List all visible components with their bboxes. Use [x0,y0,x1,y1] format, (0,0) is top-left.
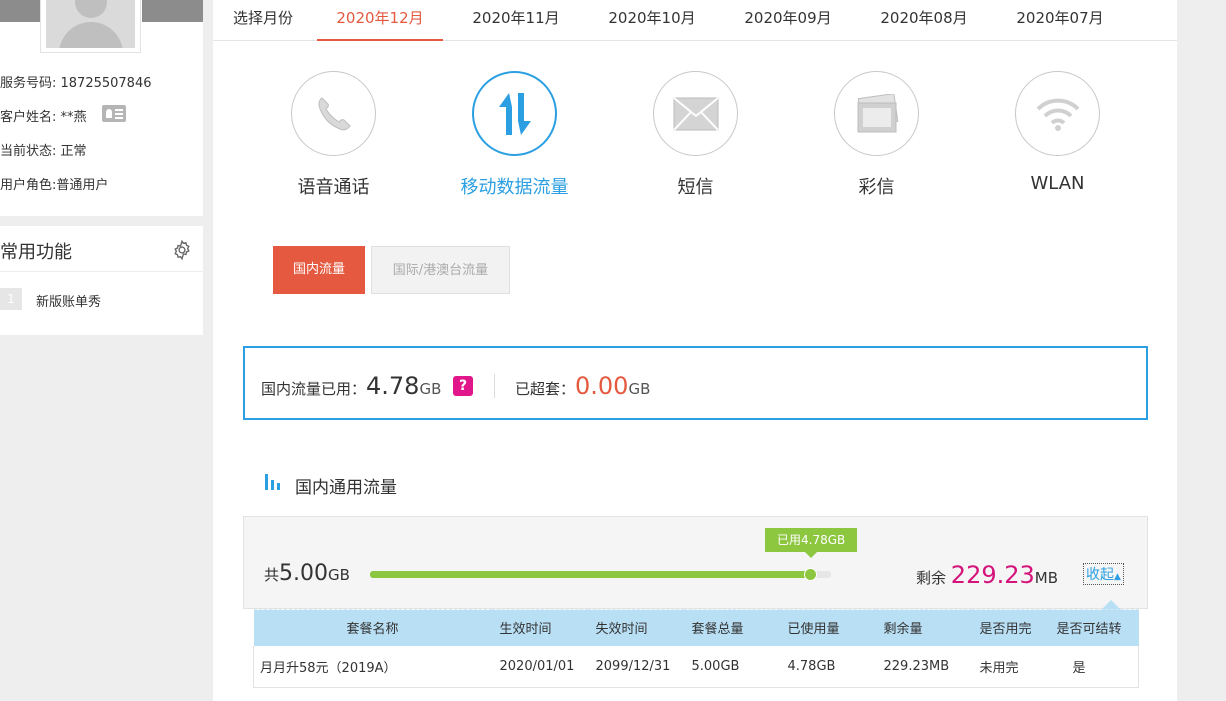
remain-unit: MB [1034,569,1059,587]
tab-month-2020-09[interactable]: 2020年09月 [725,7,851,41]
collapse-button[interactable]: 收起▲ [1083,563,1124,585]
cell-used: 4.78GB [779,645,876,688]
traffic-panel: 共5.00GB 已用4.78GB 剩余 229.23MB 收起▲ [243,516,1148,610]
month-selector: 选择月份 2020年12月 2020年11月 2020年10月 2020年09月… [213,0,1177,41]
column-header: 剩余量 [875,609,972,646]
column-header: 失效时间 [587,609,684,646]
user-role: 用户角色:普通用户 [0,178,109,193]
account-status: 当前状态: 正常 [0,144,87,159]
usage-progress-bar [370,568,831,581]
service-voice[interactable]: 语音通话 [271,71,401,201]
table-row: 月月升58元（2019A） 2020/01/01 2099/12/31 5.00… [253,645,1139,688]
column-header: 是否可结转 [1048,609,1139,646]
tab-month-2020-08[interactable]: 2020年08月 [861,7,987,41]
customer-name: 客户姓名: **燕 [0,110,87,125]
usage-progress-fill [370,571,811,578]
usage-progress-knob [804,568,817,581]
tab-month-2020-11[interactable]: 2020年11月 [453,7,579,41]
service-data[interactable]: 移动数据流量 [452,71,582,201]
help-icon[interactable]: ? [453,376,473,396]
collapse-label: 收起 [1086,567,1114,583]
avatar [40,0,141,53]
over-quota-value: 0.00 [575,372,629,400]
cell-start-date: 2020/01/01 [491,645,588,688]
cell-package-name: 月月升58元（2019A） [253,645,492,688]
caret-up-icon: ▲ [1114,572,1121,582]
service-sms-label: 短信 [677,177,714,198]
total-prefix: 共 [264,566,280,584]
envelope-icon [672,96,719,131]
service-wlan-label: WLAN [1030,173,1085,194]
common-functions-title: 常用功能 [0,242,72,263]
phone-icon [317,96,351,130]
section-title: 国内通用流量 [295,478,397,498]
main-panel: 选择月份 2020年12月 2020年11月 2020年10月 2020年09月… [213,0,1177,701]
domestic-used-value: 4.78 [366,372,420,400]
service-sms[interactable]: 短信 [633,71,763,201]
header-strip [142,0,203,22]
remain-value: 229.23 [950,561,1035,589]
total-value: 5.00 [279,561,328,586]
column-header: 已使用量 [779,609,876,646]
list-item-index: 1 [0,288,22,310]
function-link-bill-show[interactable]: 新版账单秀 [36,291,101,310]
wifi-icon [1036,98,1079,131]
common-functions-panel: 常用功能 1 新版账单秀 [0,226,203,335]
over-quota: 已超套：0.00GB [515,372,650,400]
service-mms-label: 彩信 [858,177,895,198]
gear-icon[interactable] [171,239,193,261]
cell-total: 5.00GB [683,645,780,688]
column-header: 生效时间 [491,609,588,646]
tab-international-traffic[interactable]: 国际/港澳台流量 [371,246,510,294]
service-mms[interactable]: 彩信 [814,71,944,201]
tab-month-2020-07[interactable]: 2020年07月 [997,7,1123,41]
cell-carry-over: 是 [1048,645,1139,688]
profile-card: 服务号码: 18725507846 客户姓名: **燕 当前状态: 正常 用户角… [0,0,203,216]
service-wlan[interactable]: WLAN [995,71,1125,201]
used-tooltip: 已用4.78GB [765,528,858,558]
service-number: 服务号码: 18725507846 [0,76,152,91]
usage-summary: 国内流量已用：4.78GB ? 已超套：0.00GB [243,346,1148,420]
remaining-quota: 剩余 229.23MB [916,561,1058,589]
total-unit: GB [328,566,350,584]
data-transfer-icon [498,92,531,135]
over-quota-unit: GB [628,380,651,398]
column-header: 是否用完 [971,609,1049,646]
domestic-used-label: 国内流量已用： [261,380,367,398]
tab-month-2020-12[interactable]: 2020年12月 [317,7,443,41]
tab-month-2020-10[interactable]: 2020年10月 [589,7,715,41]
over-quota-label: 已超套： [515,380,576,398]
cell-remaining: 229.23MB [875,645,972,688]
column-header: 套餐名称 [253,609,492,646]
remain-label: 剩余 [916,569,947,587]
cell-end-date: 2099/12/31 [587,645,684,688]
bar-chart-icon [265,474,280,490]
header-strip [0,0,40,22]
domestic-used-unit: GB [419,380,442,398]
package-table: 套餐名称 生效时间 失效时间 套餐总量 已使用量 剩余量 是否用完 是否可结转 … [253,609,1139,688]
service-data-label: 移动数据流量 [460,177,569,198]
tab-domestic-traffic[interactable]: 国内流量 [273,246,365,294]
month-selector-label: 选择月份 [233,9,294,27]
column-header: 套餐总量 [683,609,780,646]
divider [494,374,495,398]
cell-used-up: 未用完 [971,645,1049,688]
domestic-used: 国内流量已用：4.78GB [261,372,441,400]
id-card-icon[interactable] [102,105,126,122]
total-quota: 共5.00GB [264,561,350,586]
picture-message-icon [857,93,898,132]
table-header-row: 套餐名称 生效时间 失效时间 套餐总量 已使用量 剩余量 是否用完 是否可结转 [253,609,1139,646]
service-voice-label: 语音通话 [297,177,370,198]
divider [0,271,203,272]
